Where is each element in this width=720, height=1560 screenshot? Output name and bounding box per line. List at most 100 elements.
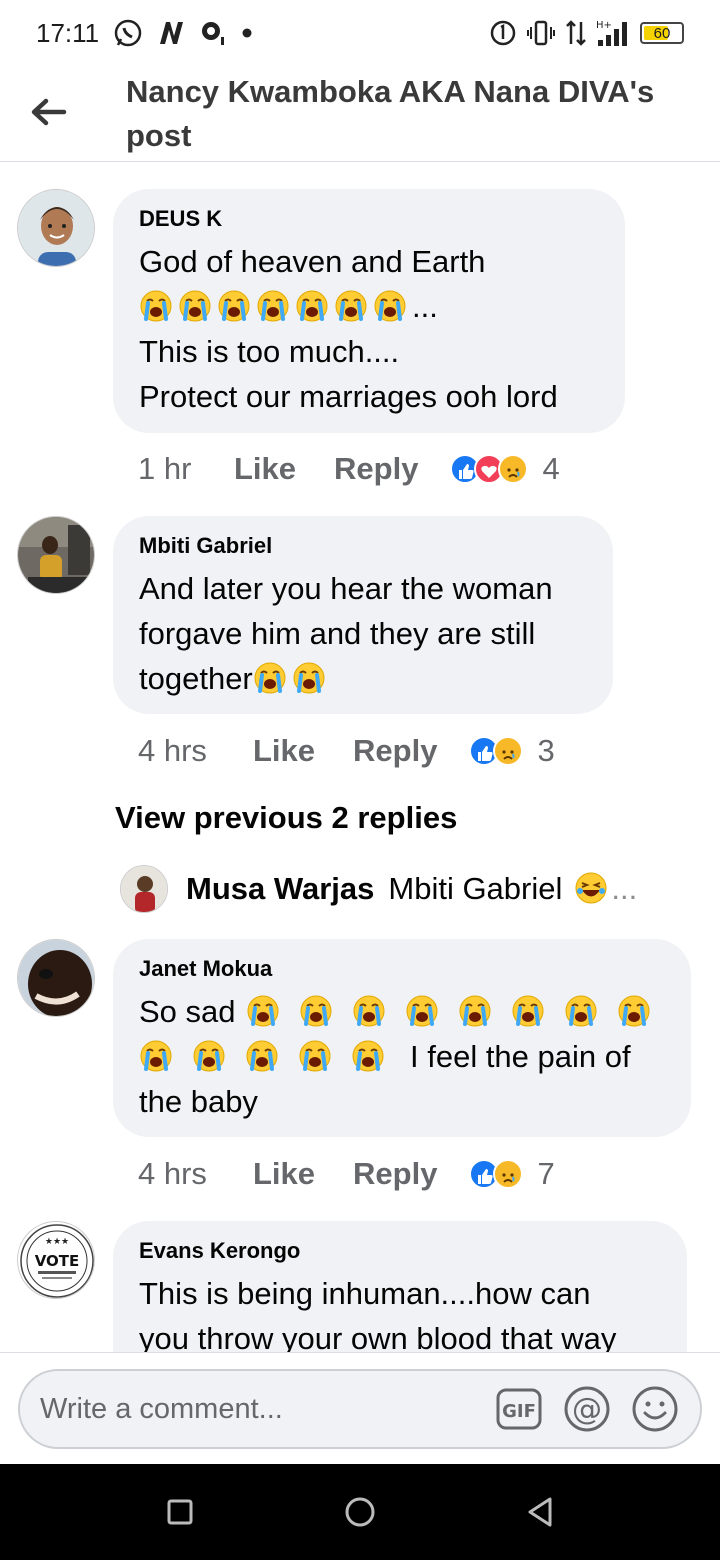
comment-actions: 4 hrs Like Reply 3 (138, 729, 555, 773)
crying-emoji-icon (193, 1040, 225, 1072)
mention-icon[interactable]: @ (562, 1384, 612, 1434)
vote-logo-text: VOTE (35, 1252, 80, 1270)
reply-author[interactable]: Musa Warjas (186, 871, 374, 907)
comment-line: you throw your own blood that way (139, 1321, 617, 1352)
comment-line-text: So sad (139, 994, 236, 1029)
crying-emoji-icon (293, 662, 325, 694)
data-saver-icon (490, 20, 516, 46)
crying-emoji-icon (565, 995, 597, 1027)
battery-level: 60 (653, 24, 671, 42)
crying-emoji-icon (254, 662, 286, 694)
recent-apps-icon[interactable] (160, 1492, 200, 1532)
comment-bubble[interactable]: DEUS K God of heaven and Earth ... This … (113, 189, 625, 433)
avatar[interactable]: ★★★ VOTE (17, 1221, 95, 1299)
comment-author[interactable]: DEUS K (139, 205, 599, 233)
reactions-summary[interactable]: 3 (469, 733, 555, 769)
emoji-slot (574, 871, 613, 907)
crying-emoji-icon (459, 995, 491, 1027)
reply-preview[interactable]: Musa Warjas Mbiti Gabriel ... (120, 865, 637, 913)
avatar[interactable] (120, 865, 168, 913)
comment-composer-bar: Write a comment... GIF @ (0, 1352, 720, 1464)
signal-icon: H+ (596, 20, 627, 46)
comment-actions: 4 hrs Like Reply 7 (138, 1152, 555, 1196)
vibrate-icon (527, 20, 555, 46)
reply-ellipsis: ... (611, 871, 638, 906)
emoji-picker-icon[interactable] (630, 1384, 680, 1434)
comment-author[interactable]: Evans Kerongo (139, 1237, 661, 1265)
comment-line: This is too much.... (139, 334, 400, 369)
emoji-row: ... (139, 284, 599, 329)
comment-author[interactable]: Mbiti Gabriel (139, 532, 587, 560)
post-header: Nancy Kwamboka AKA Nana DIVA's post (0, 66, 720, 162)
crying-emoji-icon (353, 995, 385, 1027)
location-app-icon (202, 22, 225, 45)
back-arrow-icon[interactable] (28, 92, 68, 132)
like-button[interactable]: Like (253, 1156, 315, 1192)
comment-line: God of heaven and Earth (139, 244, 486, 279)
crying-emoji-icon (512, 995, 544, 1027)
reply-button[interactable]: Reply (353, 1156, 437, 1192)
comment-line: This is being inhuman....how can (139, 1276, 591, 1311)
gif-icon[interactable]: GIF (494, 1384, 544, 1434)
like-button[interactable]: Like (234, 451, 296, 487)
reply-button[interactable]: Reply (353, 733, 437, 769)
system-navigation-bar (0, 1464, 720, 1560)
battery-icon: 60 (640, 22, 684, 44)
comment-line: I feel the pain of (139, 1034, 665, 1079)
crying-emoji-icon (140, 290, 172, 322)
ellipsis: ... (412, 289, 438, 324)
comment-author[interactable]: Janet Mokua (139, 955, 665, 983)
svg-text:★★★: ★★★ (45, 1237, 69, 1247)
comment-bubble[interactable]: Evans Kerongo This is being inhuman....h… (113, 1221, 687, 1352)
sad-reaction-icon (493, 1159, 524, 1189)
comment-line-text: together (139, 661, 253, 696)
avatar[interactable] (17, 189, 95, 267)
crying-emoji-icon (618, 995, 650, 1027)
data-arrows-icon (566, 20, 586, 46)
comment-bubble[interactable]: Janet Mokua So sad I feel the pain of th… (113, 939, 691, 1137)
comment-text: God of heaven and Earth ... This is too … (139, 239, 599, 419)
comment-bubble[interactable]: Mbiti Gabriel And later you hear the wom… (113, 516, 613, 714)
crying-emoji-icon (140, 1040, 172, 1072)
reply-button[interactable]: Reply (334, 451, 418, 487)
comment-time[interactable]: 4 hrs (138, 733, 253, 769)
reaction-count: 7 (537, 1156, 555, 1191)
like-button[interactable]: Like (253, 733, 315, 769)
home-icon[interactable] (340, 1492, 380, 1532)
view-previous-replies-link[interactable]: View previous 2 replies (115, 800, 457, 836)
crying-emoji-icon (246, 1040, 278, 1072)
comment-text: This is being inhuman....how can you thr… (139, 1271, 661, 1352)
crying-emoji-icon (179, 290, 211, 322)
reaction-count: 4 (542, 451, 560, 486)
system-icons: H+ 60 (488, 18, 684, 48)
avatar[interactable] (17, 516, 95, 594)
avatar[interactable] (17, 939, 95, 1017)
crying-emoji-icon (374, 290, 406, 322)
comment-line: Protect our marriages ooh lord (139, 379, 558, 414)
reactions-summary[interactable]: 7 (469, 1156, 555, 1192)
svg-text:H+: H+ (596, 20, 612, 31)
crying-emoji-icon (247, 995, 279, 1027)
reply-text: Mbiti Gabriel (388, 871, 563, 906)
crying-emoji-icon (299, 1040, 331, 1072)
whatsapp-icon (114, 19, 142, 47)
reactions-summary[interactable]: 4 (450, 451, 560, 487)
comment-placeholder: Write a comment... (40, 1392, 283, 1425)
emoji-slot (246, 994, 670, 1029)
back-nav-icon[interactable] (520, 1492, 560, 1532)
comment-time[interactable]: 1 hr (138, 451, 234, 487)
reaction-count: 3 (537, 733, 555, 768)
comment-input[interactable]: Write a comment... GIF @ (18, 1369, 702, 1449)
sad-reaction-icon (498, 454, 529, 484)
comment-text: So sad I feel the pain of the baby (139, 989, 665, 1124)
crying-emoji-icon (352, 1040, 384, 1072)
comment-text: And later you hear the woman forgave him… (139, 566, 587, 701)
crying-emoji-icon (335, 290, 367, 322)
crying-emoji-icon (296, 290, 328, 322)
svg-text:GIF: GIF (502, 1401, 536, 1422)
crying-emoji-icon (406, 995, 438, 1027)
comment-line: And later you hear the woman (139, 571, 553, 606)
comment-time[interactable]: 4 hrs (138, 1156, 253, 1192)
emoji-slot (253, 661, 331, 696)
svg-text:@: @ (572, 1392, 602, 1427)
